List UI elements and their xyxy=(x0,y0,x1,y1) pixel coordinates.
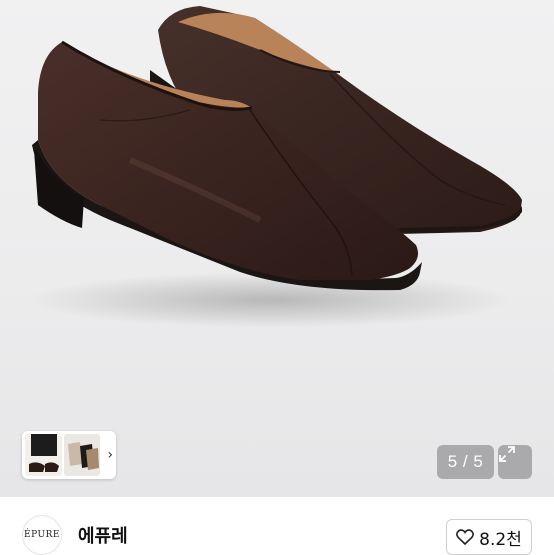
like-count: 8.2천 xyxy=(479,529,522,550)
image-counter: 5 / 5 xyxy=(437,445,494,479)
thumbnail-strip[interactable]: › xyxy=(22,431,116,479)
heart-outline-icon xyxy=(456,529,475,545)
shop-logo[interactable]: ÉPURE xyxy=(22,515,62,555)
product-image[interactable]: › 5 / 5 xyxy=(0,0,554,497)
chevron-right-icon[interactable]: › xyxy=(104,447,116,463)
thumbnail-model[interactable] xyxy=(25,434,62,476)
like-button[interactable]: 8.2천 xyxy=(446,519,532,555)
shoes-photo xyxy=(30,6,522,328)
expand-icon xyxy=(499,446,515,462)
shop-logo-text: ÉPURE xyxy=(24,530,60,540)
expand-button[interactable] xyxy=(498,445,532,479)
shop-name[interactable]: 에퓨레 xyxy=(78,522,128,548)
thumbnail-colors[interactable] xyxy=(63,434,101,476)
